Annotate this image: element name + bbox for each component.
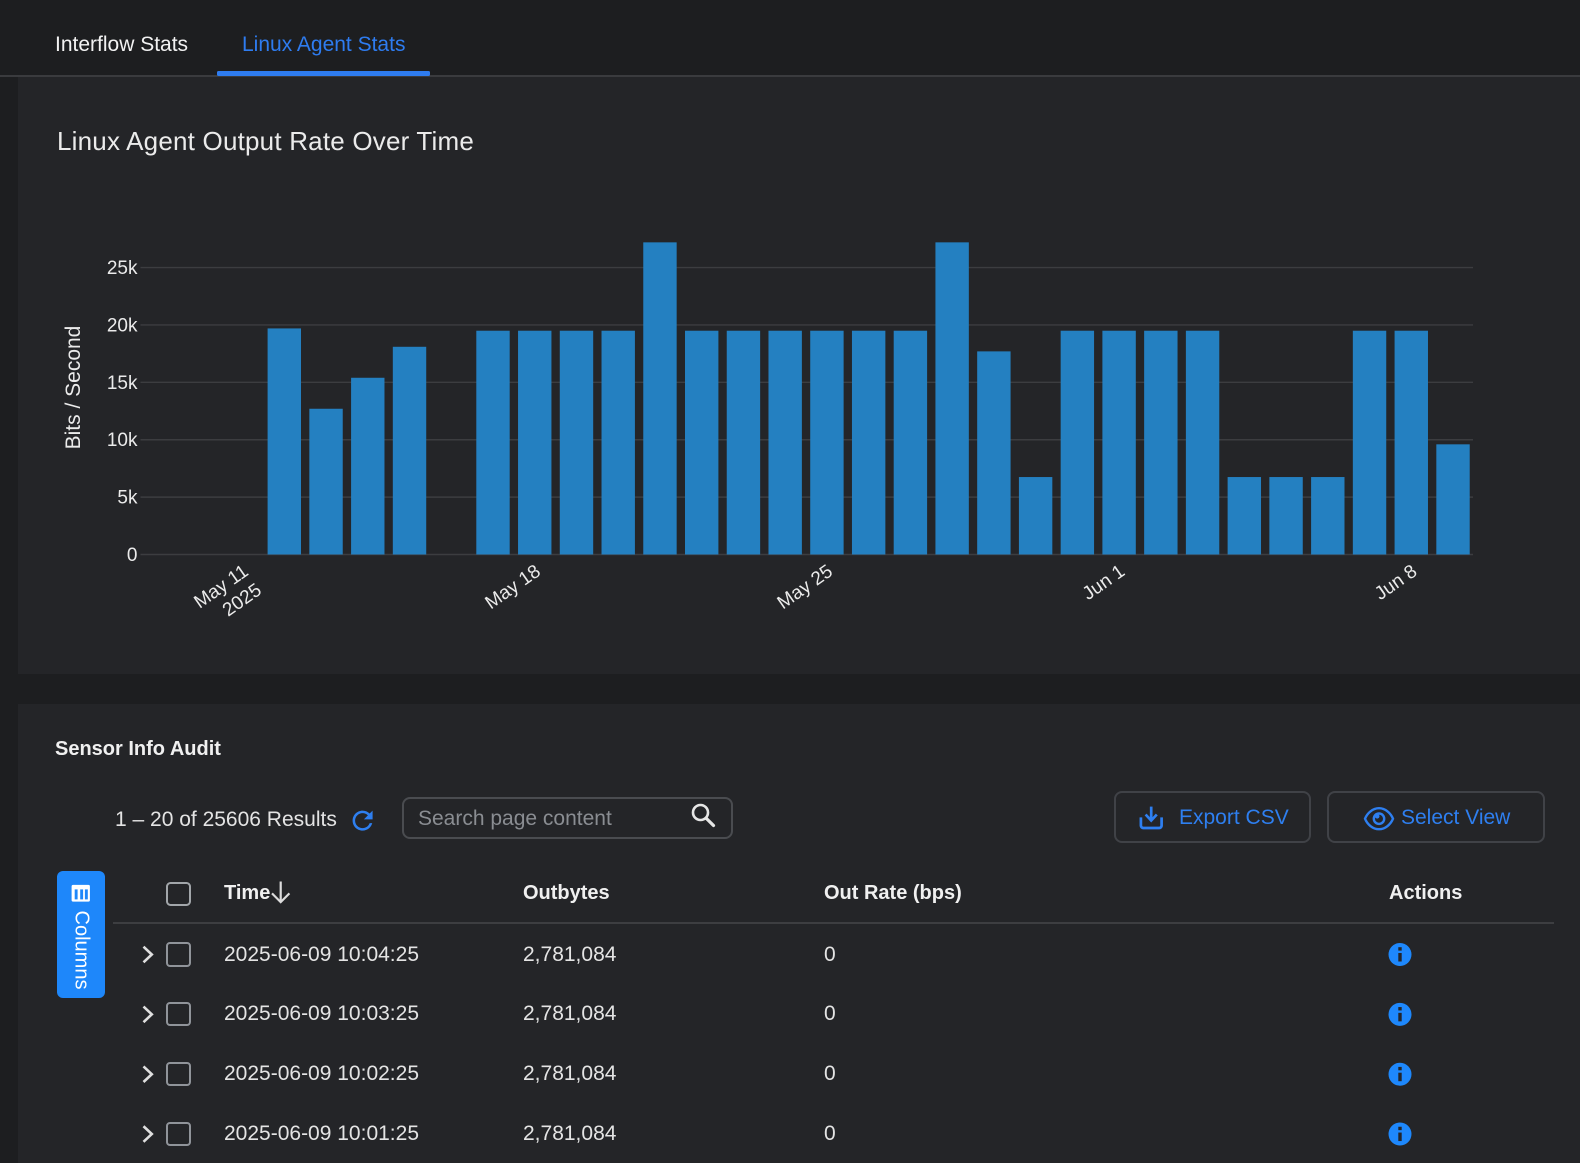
svg-text:Jun 1: Jun 1	[1079, 561, 1129, 605]
svg-text:10k: 10k	[107, 430, 138, 451]
svg-text:15k: 15k	[107, 373, 138, 394]
svg-text:0: 0	[127, 545, 138, 566]
svg-text:25k: 25k	[107, 258, 138, 279]
svg-text:5k: 5k	[117, 488, 138, 509]
svg-text:May 25: May 25	[774, 561, 837, 614]
svg-text:20k: 20k	[107, 315, 138, 336]
svg-text:May 18: May 18	[482, 561, 545, 614]
svg-text:Jun 8: Jun 8	[1371, 561, 1421, 605]
svg-text:Bits / Second: Bits / Second	[62, 326, 85, 450]
